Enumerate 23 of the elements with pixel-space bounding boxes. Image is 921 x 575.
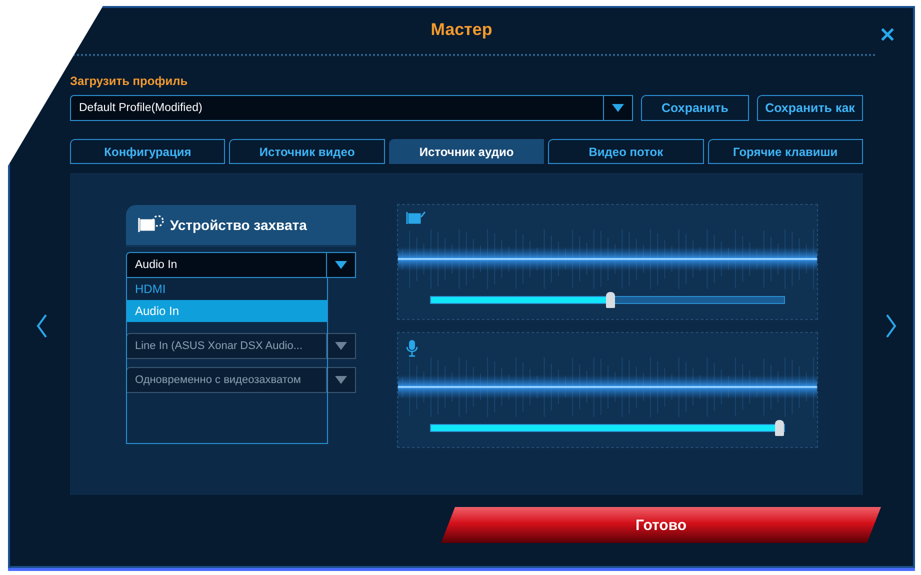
microphone-icon xyxy=(406,339,418,357)
caret-icon xyxy=(335,261,347,269)
capture-device-title: Устройство захвата xyxy=(170,217,307,233)
tab[interactable]: Источник аудио xyxy=(388,139,544,164)
dropdown-option[interactable]: HDMI xyxy=(127,278,327,300)
chevron-left-icon[interactable] xyxy=(36,314,48,338)
tab[interactable]: Конфигурация xyxy=(70,139,226,164)
done-button[interactable]: Готово xyxy=(441,507,881,543)
profile-dropdown[interactable]: Default Profile(Modified) xyxy=(70,95,633,121)
capture-card-icon xyxy=(406,211,426,225)
window-title: Мастер xyxy=(430,20,492,40)
close-icon[interactable] xyxy=(881,28,894,41)
capture-device-dropdown[interactable]: Audio In xyxy=(126,252,356,278)
save-button[interactable]: Сохранить xyxy=(641,95,749,121)
save-button[interactable]: Сохранить как xyxy=(757,95,863,121)
tab[interactable]: Источник видео xyxy=(229,139,385,164)
caret-icon xyxy=(335,342,347,350)
chevron-right-icon[interactable] xyxy=(885,314,897,338)
profile-label: Загрузить профиль xyxy=(70,74,188,88)
caret-icon xyxy=(612,104,624,112)
tab[interactable]: Горячие клавиши xyxy=(708,139,864,164)
tab[interactable]: Видео поток xyxy=(548,139,704,164)
caret-icon xyxy=(335,376,347,384)
